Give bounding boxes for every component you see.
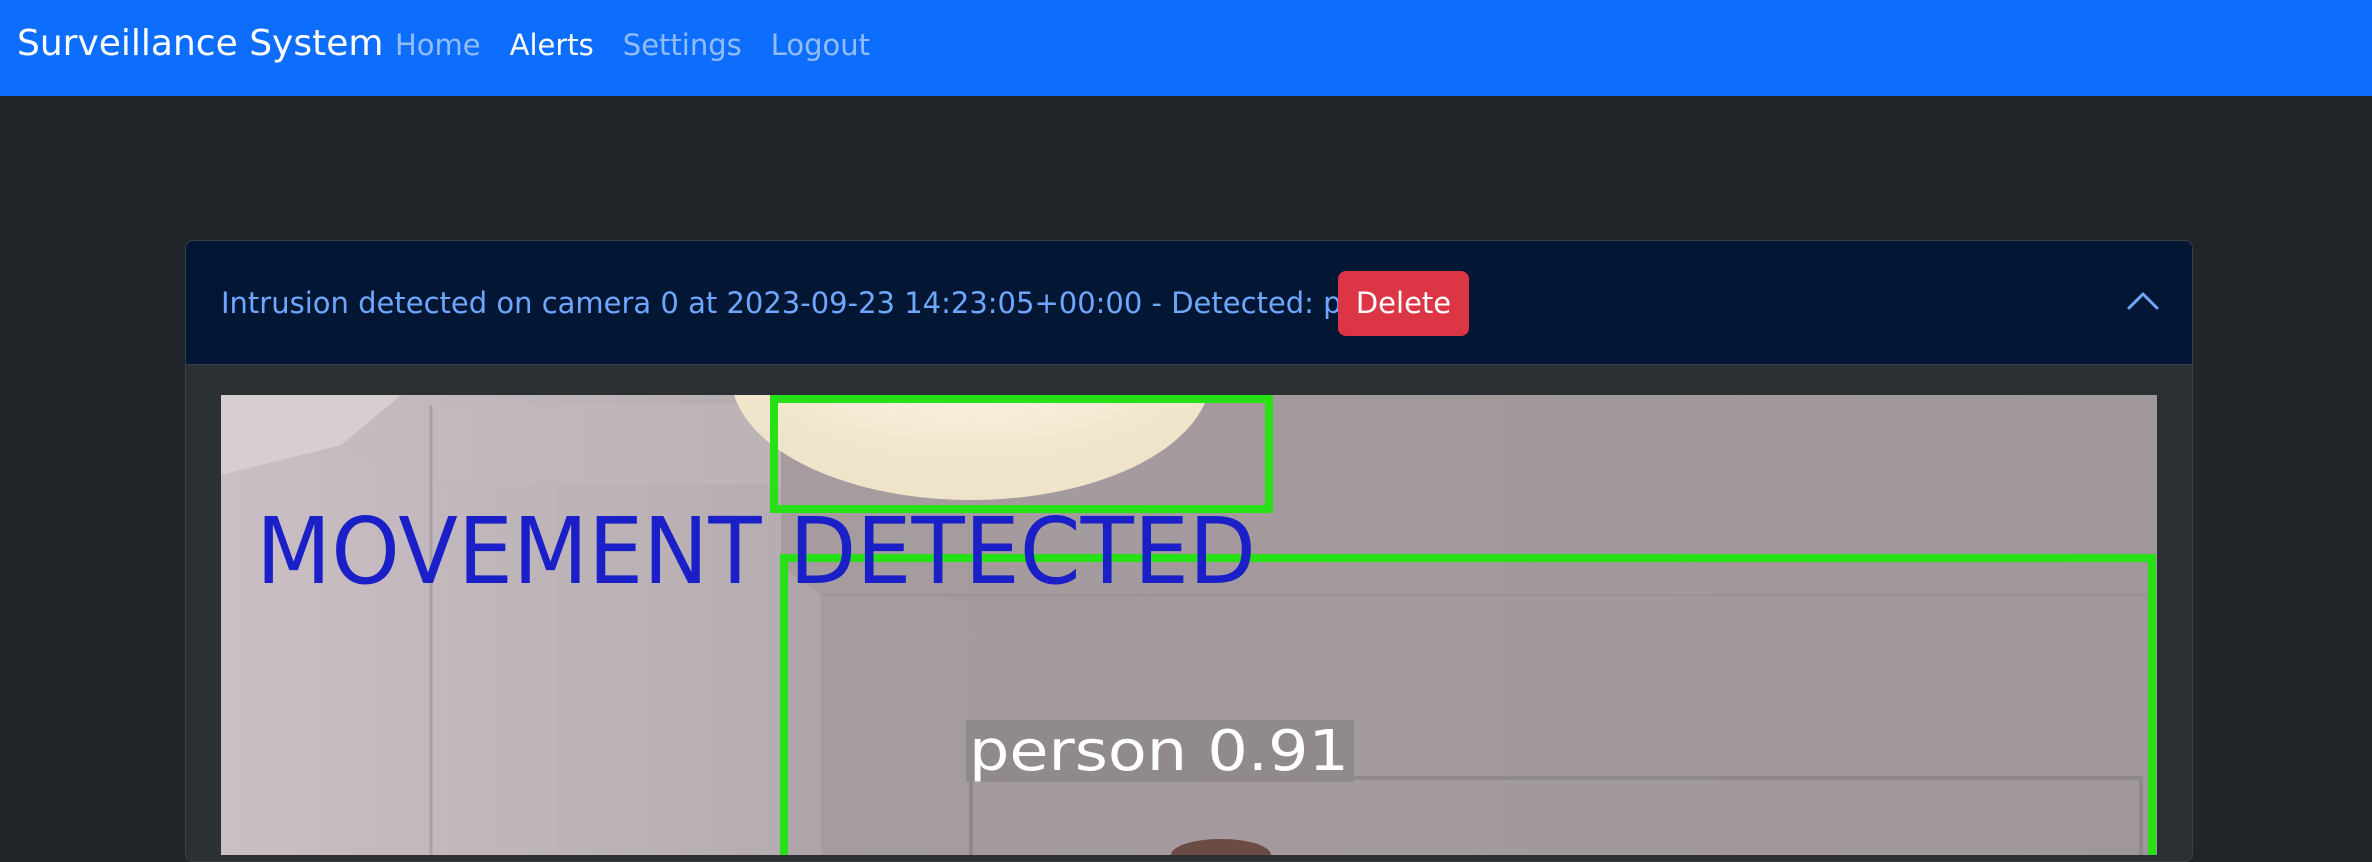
overlay-text: MOVEMENT DETECTED <box>256 498 1256 605</box>
alert-accordion-header[interactable]: Intrusion detected on camera 0 at 2023-0… <box>186 241 2192 365</box>
nav-links: Home Alerts Settings Logout <box>395 24 899 66</box>
nav-link-settings[interactable]: Settings <box>623 24 742 66</box>
nav-link-logout[interactable]: Logout <box>771 24 870 66</box>
detection-label: person 0.91 <box>969 719 1349 784</box>
alert-accordion-item: Intrusion detected on camera 0 at 2023-0… <box>185 240 2193 862</box>
alert-accordion-body: MOVEMENT DETECTED person 0.91 <box>221 395 2157 855</box>
delete-button[interactable]: Delete <box>1338 271 1469 336</box>
chevron-up-icon[interactable] <box>2123 281 2163 321</box>
navbar: Surveillance System Home Alerts Settings… <box>0 0 2372 96</box>
nav-link-alerts[interactable]: Alerts <box>510 24 594 66</box>
nav-link-home[interactable]: Home <box>395 24 481 66</box>
alert-message: Intrusion detected on camera 0 at 2023-0… <box>221 286 1423 320</box>
camera-snapshot-image: MOVEMENT DETECTED person 0.91 <box>221 395 2157 855</box>
navbar-brand[interactable]: Surveillance System <box>17 20 383 68</box>
